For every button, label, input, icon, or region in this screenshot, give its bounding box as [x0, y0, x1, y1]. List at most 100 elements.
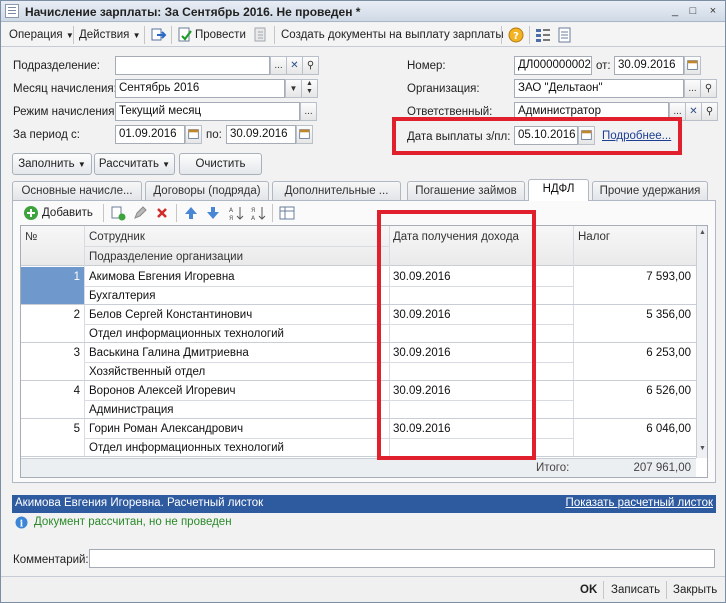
toolbar: Операция ▼ Действия ▼ Провести Создать д…: [1, 23, 725, 47]
calendar-icon[interactable]: [684, 56, 701, 75]
clear-icon[interactable]: ✕: [286, 56, 303, 75]
document-icon: [5, 4, 19, 18]
month-field[interactable]: Сентябрь 2016: [115, 79, 285, 98]
period-from-field[interactable]: 01.09.2016: [115, 125, 185, 144]
department-field[interactable]: [115, 56, 270, 75]
row-number: 3: [73, 347, 80, 359]
clear-button[interactable]: Очистить: [179, 153, 262, 175]
table-row[interactable]: 2 Белов Сергей Константинович Отдел информ…: [21, 305, 696, 343]
copy-icon[interactable]: [110, 205, 126, 221]
edit-icon[interactable]: [132, 205, 148, 221]
columns-icon[interactable]: [279, 205, 295, 221]
organization-select-button[interactable]: ...: [684, 79, 701, 98]
tax-amount: 5 356,00: [646, 309, 691, 321]
organization-field[interactable]: ЗАО "Дельтаон": [514, 79, 684, 98]
table-row[interactable]: 1 Акимова Евгения Игоревна Бухгалтерия 30.0…: [21, 267, 696, 305]
employee-department: Отдел информационных технологий: [89, 442, 284, 454]
mode-field[interactable]: Текущий месяц: [115, 102, 300, 121]
tab-other-deductions[interactable]: Прочие удержания: [592, 181, 708, 200]
table-row[interactable]: 3 Васькина Галина Дмитриевна Хозяйственный…: [21, 343, 696, 381]
table-row[interactable]: 4 Воронов Алексей Игоревич Администрация 30…: [21, 381, 696, 419]
column-header-department[interactable]: Подразделение организации: [89, 251, 243, 263]
grid-toolbar: Добавить AЯ ЯA: [13, 201, 715, 225]
ok-button[interactable]: OK: [580, 581, 597, 599]
report-icon[interactable]: [556, 26, 574, 44]
tab-additional[interactable]: Дополнительные ...: [272, 181, 401, 200]
column-header-employee[interactable]: Сотрудник: [89, 231, 145, 243]
move-up-icon[interactable]: [183, 205, 199, 221]
tax-amount: 6 253,00: [646, 347, 691, 359]
date-label: от:: [596, 60, 611, 72]
unpost-icon[interactable]: [252, 26, 270, 44]
comment-label: Комментарий:: [13, 554, 89, 566]
total-value: 207 961,00: [633, 462, 691, 474]
operation-menu[interactable]: Операция ▼: [9, 26, 74, 44]
svg-text:i: i: [20, 520, 24, 530]
tab-main-accruals[interactable]: Основные начисле...: [12, 181, 142, 200]
comment-field[interactable]: [89, 549, 715, 568]
mode-label: Режим начисления:: [13, 106, 118, 118]
tax-amount: 7 593,00: [646, 271, 691, 283]
fill-button[interactable]: Заполнить ▼: [12, 153, 92, 175]
move-down-icon[interactable]: [205, 205, 221, 221]
search-icon[interactable]: ⚲: [700, 79, 717, 98]
tab-loan-repayment[interactable]: Погашение займов: [407, 181, 525, 200]
add-button[interactable]: Добавить: [42, 204, 93, 222]
structure-icon[interactable]: [534, 26, 552, 44]
svg-text:Я: Я: [251, 207, 255, 214]
organization-label: Организация:: [407, 83, 480, 95]
employee-department: Бухгалтерия: [89, 290, 156, 302]
sort-asc-icon[interactable]: AЯ: [228, 205, 244, 221]
maximize-button[interactable]: □: [685, 4, 701, 18]
create-payment-docs-button[interactable]: Создать документы на выплату зарплаты: [281, 26, 504, 44]
post-button[interactable]: Провести: [195, 26, 246, 44]
exchange-icon[interactable]: [149, 26, 167, 44]
column-header-tax[interactable]: Налог: [578, 231, 610, 243]
calendar-icon[interactable]: [296, 125, 313, 144]
close-window-button[interactable]: ×: [705, 4, 721, 18]
department-select-button[interactable]: ...: [270, 56, 287, 75]
add-icon[interactable]: [23, 205, 39, 221]
search-icon[interactable]: ⚲: [701, 102, 718, 121]
info-icon: i: [15, 516, 28, 529]
calendar-icon[interactable]: [185, 125, 202, 144]
period-from-label: За период с:: [13, 129, 80, 141]
table-row[interactable]: 5 Горин Роман Александрович Отдел информац…: [21, 419, 696, 457]
employee-department: Администрация: [89, 404, 174, 416]
tax-amount: 6 526,00: [646, 385, 691, 397]
sort-desc-icon[interactable]: ЯA: [250, 205, 266, 221]
close-button[interactable]: Закрыть: [673, 581, 717, 599]
save-button[interactable]: Записать: [611, 581, 660, 599]
period-to-field[interactable]: 30.09.2016: [226, 125, 296, 144]
calculate-button[interactable]: Рассчитать ▼: [94, 153, 175, 175]
department-label: Подразделение:: [13, 60, 100, 72]
month-spin-button[interactable]: ▲ ▼: [301, 79, 318, 98]
tab-ndfl[interactable]: НДФЛ: [528, 179, 589, 201]
ndfl-tab-panel: Добавить AЯ ЯA № Сотрудник Подразделение…: [12, 200, 716, 483]
number-label: Номер:: [407, 60, 446, 72]
document-window: Начисление зарплаты: За Сентябрь 2016. Н…: [0, 0, 726, 603]
delete-icon[interactable]: [154, 205, 170, 221]
show-pay-sheet-link[interactable]: Показать расчетный листок: [566, 495, 713, 512]
date-field[interactable]: 30.09.2016: [614, 56, 684, 75]
employee-name: Белов Сергей Константинович: [89, 309, 253, 321]
help-icon[interactable]: ?: [507, 26, 525, 44]
pay-sheet-bar: Акимова Евгения Игоревна. Расчетный лист…: [12, 495, 716, 513]
actions-menu[interactable]: Действия ▼: [79, 26, 141, 44]
number-field[interactable]: ДЛ000000002: [514, 56, 592, 75]
mode-select-button[interactable]: ...: [300, 102, 317, 121]
svg-text:?: ?: [513, 31, 519, 42]
vertical-scrollbar[interactable]: ▲ ▼: [696, 226, 707, 458]
search-icon[interactable]: ⚲: [302, 56, 319, 75]
minimize-button[interactable]: _: [667, 4, 683, 18]
employee-name: Воронов Алексей Игоревич: [89, 385, 236, 397]
column-header-num[interactable]: №: [25, 231, 37, 243]
ndfl-table: № Сотрудник Подразделение организации Да…: [20, 225, 708, 478]
chevron-down-icon[interactable]: ▼: [285, 79, 302, 98]
bottom-bar: OK Записать Закрыть: [1, 576, 725, 602]
tab-contracts[interactable]: Договоры (подряда): [145, 181, 269, 200]
clear-icon[interactable]: ✕: [685, 102, 702, 121]
post-icon[interactable]: [176, 26, 194, 44]
employee-name: Горин Роман Александрович: [89, 423, 244, 435]
row-number: 2: [73, 309, 80, 321]
